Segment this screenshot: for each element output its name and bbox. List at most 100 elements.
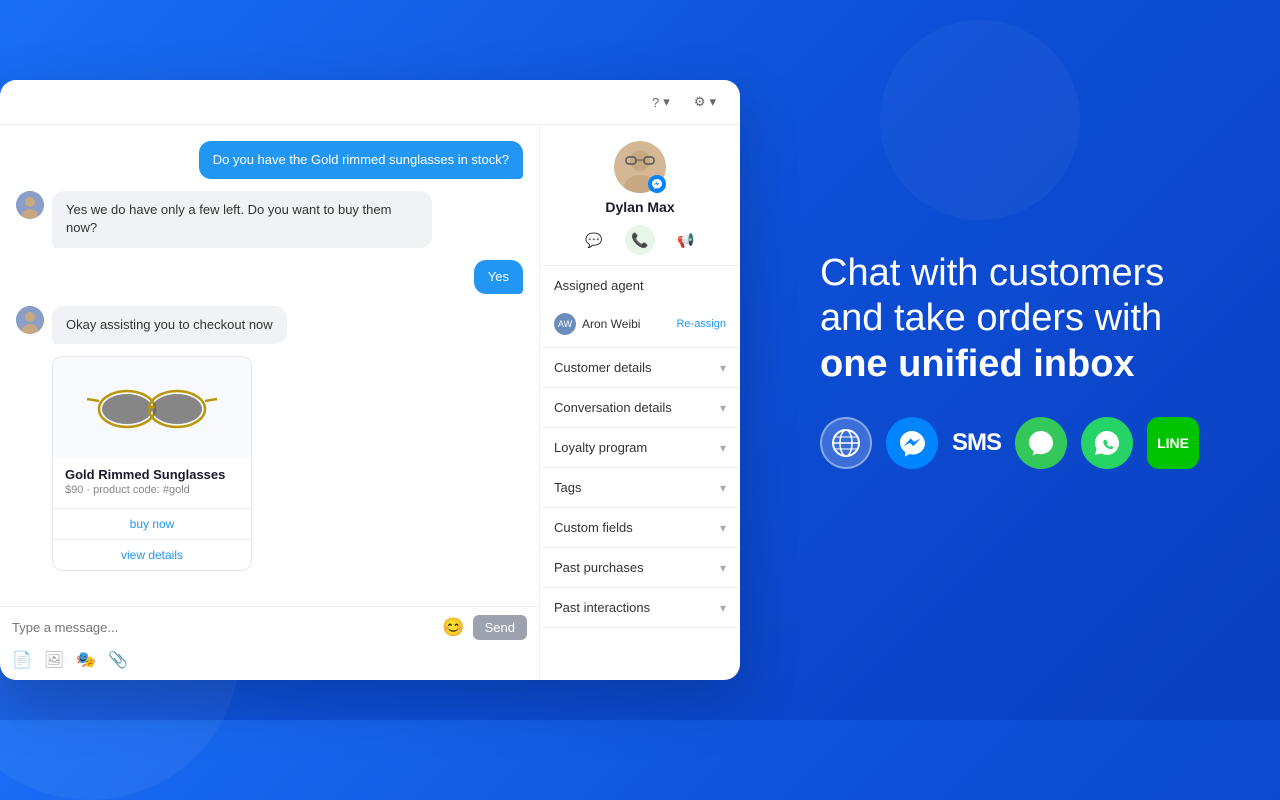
contact-name: Dylan Max: [605, 199, 674, 215]
agent-info: AW Aron Weibi: [554, 313, 640, 335]
past-purchases-section[interactable]: Past purchases ▾: [540, 548, 740, 588]
help-button[interactable]: ? ▾: [644, 90, 678, 114]
agent-message-row-1: Yes we do have only a few left. Do you w…: [16, 191, 523, 247]
card-topbar: ? ▾ ⚙ ▾: [0, 80, 740, 125]
tags-section[interactable]: Tags ▾: [540, 468, 740, 508]
marketing-section: Chat with customersand take orders with …: [740, 0, 1280, 720]
loyalty-program-section[interactable]: Loyalty program ▾: [540, 428, 740, 468]
conversation-details-section[interactable]: Conversation details ▾: [540, 388, 740, 428]
gif-icon[interactable]: 🎭: [76, 650, 96, 670]
past-purchases-chevron: ▾: [720, 561, 726, 575]
agent-avatar-1: [16, 191, 44, 219]
customer-details-label: Customer details: [554, 360, 652, 375]
channel-whatsapp-icon: [1081, 417, 1133, 469]
custom-fields-section[interactable]: Custom fields ▾: [540, 508, 740, 548]
custom-fields-header[interactable]: Custom fields ▾: [540, 508, 740, 547]
image-icon[interactable]: 🖼: [44, 650, 64, 670]
tags-label: Tags: [554, 480, 581, 495]
chat-action-icon[interactable]: 💬: [579, 225, 609, 255]
chat-toolbar: 📄 🖼 🎭 📎: [12, 648, 527, 672]
customer-details-header[interactable]: Customer details ▾: [540, 348, 740, 387]
chat-input-area: 😊 Send 📄 🖼 🎭 📎: [0, 606, 539, 680]
sms-text: SMS: [952, 429, 1001, 457]
agent-avatar-2: [16, 306, 44, 334]
channel-line-icon: LINE: [1147, 417, 1199, 469]
messenger-badge: [648, 175, 666, 193]
contact-avatar-wrap: [614, 141, 666, 193]
customer-details-section[interactable]: Customer details ▾: [540, 348, 740, 388]
contact-header: Dylan Max 💬 📞 📢: [540, 125, 740, 266]
user-message-row: Do you have the Gold rimmed sunglasses i…: [16, 141, 523, 179]
past-interactions-header[interactable]: Past interactions ▾: [540, 588, 740, 627]
assigned-agent-section: Assigned agent AW Aron Weibi Re-assign: [540, 266, 740, 348]
channel-imessage-icon: [1015, 417, 1067, 469]
conversation-details-chevron: ▾: [720, 401, 726, 415]
assigned-agent-header: Assigned agent: [540, 266, 740, 305]
messenger-icon-small: [652, 179, 662, 189]
agent-name: Aron Weibi: [582, 317, 640, 331]
past-purchases-header[interactable]: Past purchases ▾: [540, 548, 740, 587]
help-icon: ?: [652, 95, 659, 110]
reassign-button[interactable]: Re-assign: [676, 318, 726, 330]
messenger-svg: [898, 429, 926, 457]
conversation-details-header[interactable]: Conversation details ▾: [540, 388, 740, 427]
agent-message-bubble-2: Okay assisting you to checkout now: [52, 306, 287, 344]
buy-now-button[interactable]: buy now: [53, 509, 251, 540]
channel-messenger-icon: [886, 417, 938, 469]
agent-message-row-2: Okay assisting you to checkout now: [16, 306, 523, 344]
emoji-button[interactable]: 😊: [442, 617, 464, 638]
product-name: Gold Rimmed Sunglasses: [65, 467, 239, 482]
view-details-button[interactable]: view details: [53, 540, 251, 570]
user-confirm-row: Yes: [16, 260, 523, 294]
customer-details-chevron: ▾: [720, 361, 726, 375]
past-interactions-section[interactable]: Past interactions ▾: [540, 588, 740, 628]
contact-actions: 💬 📞 📢: [579, 225, 701, 255]
past-interactions-label: Past interactions: [554, 600, 650, 615]
loyalty-program-label: Loyalty program: [554, 440, 647, 455]
assigned-agent-row: AW Aron Weibi Re-assign: [540, 305, 740, 347]
conversation-details-label: Conversation details: [554, 400, 672, 415]
past-purchases-label: Past purchases: [554, 560, 644, 575]
globe-svg: [831, 428, 861, 458]
settings-icon: ⚙: [694, 94, 706, 110]
past-interactions-chevron: ▾: [720, 601, 726, 615]
assigned-agent-label: Assigned agent: [554, 278, 644, 293]
loyalty-program-header[interactable]: Loyalty program ▾: [540, 428, 740, 467]
channel-icons: SMS LINE: [820, 417, 1220, 469]
imessage-svg: [1027, 429, 1055, 457]
link-icon[interactable]: 📎: [108, 650, 128, 670]
product-price: $90 · product code: #gold: [65, 484, 239, 496]
custom-fields-label: Custom fields: [554, 520, 633, 535]
message-input[interactable]: [12, 620, 434, 635]
attachment-icon[interactable]: 📄: [12, 650, 32, 670]
chat-area: Do you have the Gold rimmed sunglasses i…: [0, 125, 540, 680]
user-message-bubble: Do you have the Gold rimmed sunglasses i…: [199, 141, 523, 179]
channel-sms-icon: SMS: [952, 429, 1001, 457]
line-text: LINE: [1157, 435, 1189, 451]
call-action-icon[interactable]: 📞: [625, 225, 655, 255]
right-sidebar: Dylan Max 💬 📞 📢 Assigned agent AW Aron W…: [540, 125, 740, 680]
agent-face-icon: [16, 191, 44, 219]
tags-chevron: ▾: [720, 481, 726, 495]
chat-input-row: 😊 Send: [12, 615, 527, 640]
product-actions: buy now view details: [53, 508, 251, 570]
agent-message-bubble-1: Yes we do have only a few left. Do you w…: [52, 191, 432, 247]
settings-button[interactable]: ⚙ ▾: [686, 90, 724, 114]
channel-globe-icon: [820, 417, 872, 469]
agent-avatar-small: AW: [554, 313, 576, 335]
user-confirm-bubble: Yes: [474, 260, 523, 294]
product-image: [53, 357, 251, 457]
product-card: Gold Rimmed Sunglasses $90 · product cod…: [52, 356, 252, 571]
help-chevron: ▾: [663, 94, 670, 110]
custom-fields-chevron: ▾: [720, 521, 726, 535]
marketing-headline: Chat with customersand take orders with …: [820, 251, 1220, 388]
agent-face-icon-2: [16, 306, 44, 334]
chat-messages: Do you have the Gold rimmed sunglasses i…: [0, 125, 539, 606]
send-button[interactable]: Send: [473, 615, 527, 640]
product-info: Gold Rimmed Sunglasses $90 · product cod…: [53, 457, 251, 500]
notify-action-icon[interactable]: 📢: [671, 225, 701, 255]
tags-header[interactable]: Tags ▾: [540, 468, 740, 507]
marketing-bold: one unified inbox: [820, 343, 1135, 385]
sunglasses-svg: [87, 379, 217, 434]
whatsapp-svg: [1093, 429, 1121, 457]
